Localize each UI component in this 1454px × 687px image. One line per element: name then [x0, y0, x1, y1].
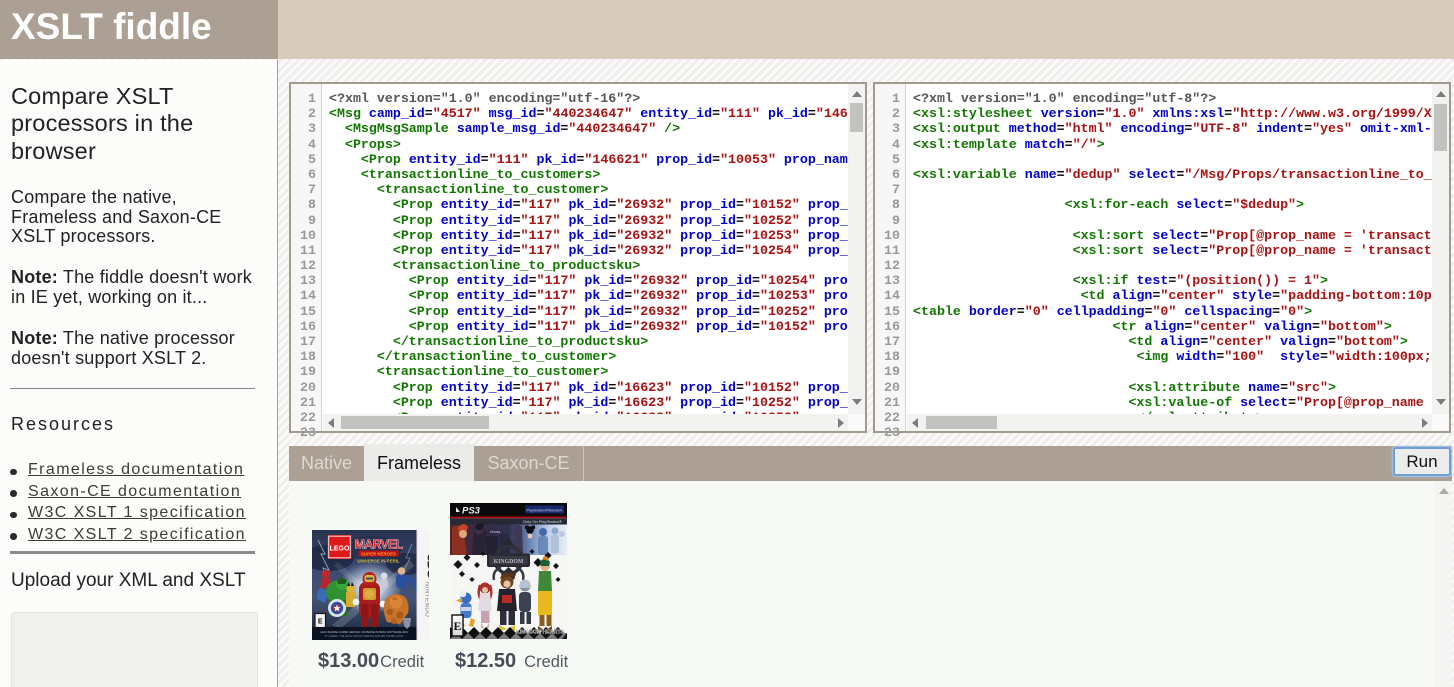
svg-text:LEGO: LEGO: [330, 546, 350, 553]
svg-text:Only On PlayStation®: Only On PlayStation®: [523, 519, 562, 524]
svg-text:E: E: [453, 619, 461, 633]
svg-text:3DS: 3DS: [425, 554, 429, 579]
svg-text:LEGO MARVEL SUPER HEROES: UNIV: LEGO MARVEL SUPER HEROES: UNIVERSE IN PE…: [320, 630, 408, 634]
svg-text:UNIVERSE IN PERIL: UNIVERSE IN PERIL: [357, 559, 400, 564]
svg-text:NINTENDO: NINTENDO: [424, 582, 430, 617]
svg-text:Disney: Disney: [490, 530, 501, 534]
svg-text:PS3: PS3: [462, 506, 481, 517]
svg-text:PlayStation®Network: PlayStation®Network: [527, 508, 563, 512]
svg-text:TT GAMES. THE LEGO GROUP. MARV: TT GAMES. THE LEGO GROUP. MARVEL AND WB …: [325, 634, 404, 638]
svg-text:SUPER HEROES: SUPER HEROES: [361, 551, 396, 556]
svg-text:MARVEL: MARVEL: [355, 538, 404, 552]
svg-text:KINGDOM HEARTS: KINGDOM HEARTS: [516, 630, 564, 636]
svg-text:KINGDOM: KINGDOM: [494, 559, 524, 565]
svg-text:E: E: [318, 619, 323, 626]
